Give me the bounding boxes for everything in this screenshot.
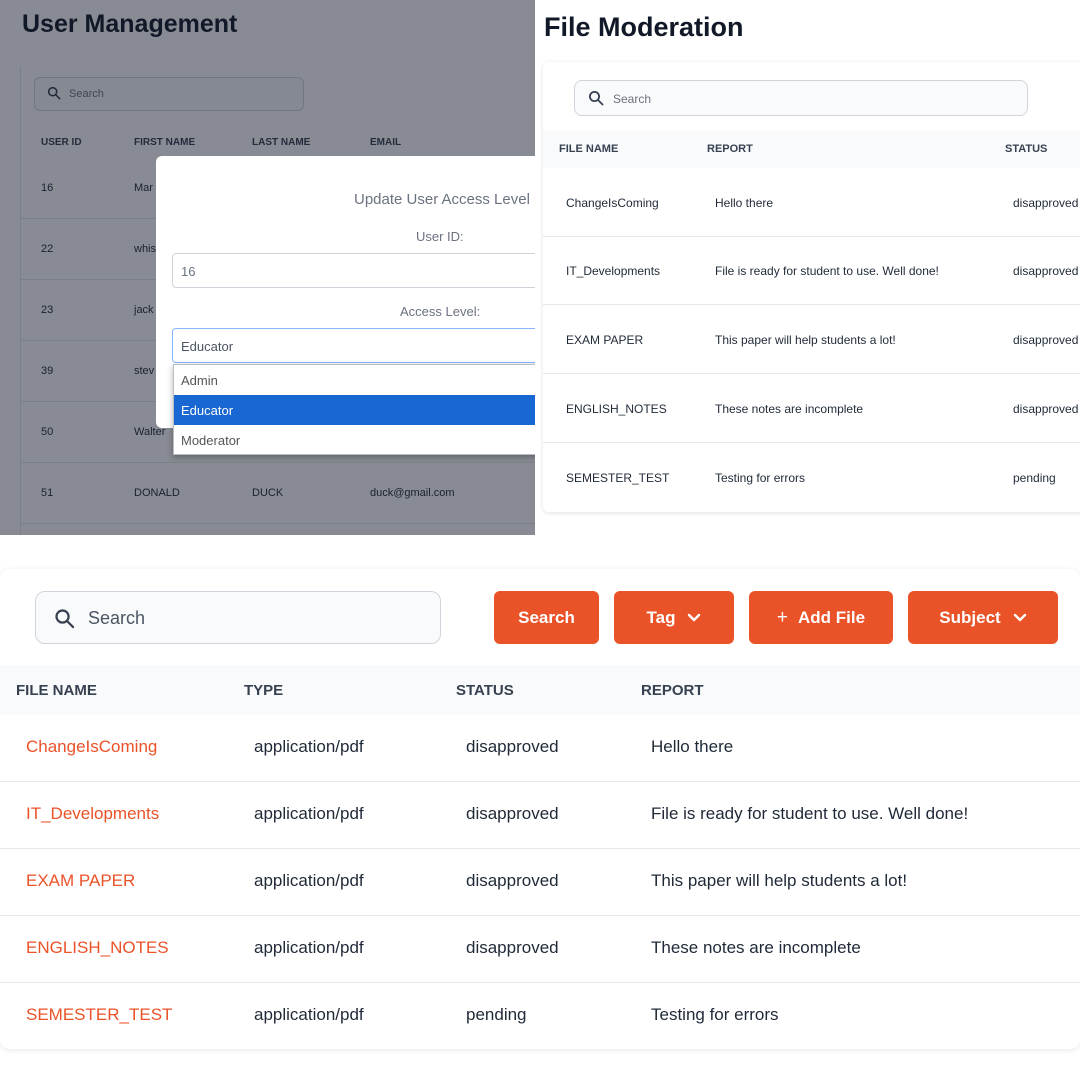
search-icon xyxy=(588,90,604,111)
chevron-down-icon xyxy=(687,608,701,628)
file-name-link[interactable]: EXAM PAPER xyxy=(26,871,135,891)
chevron-down-icon xyxy=(1013,608,1027,628)
status-cell: disapproved xyxy=(466,938,559,957)
status-cell: pending xyxy=(466,1005,527,1024)
column-header-status[interactable]: STATUS xyxy=(1005,143,1047,155)
user-id-field[interactable]: 16 xyxy=(172,253,535,288)
status-cell: disapproved xyxy=(466,871,559,890)
table-row[interactable]: EXAM PAPER application/pdf disapproved T… xyxy=(0,849,1080,916)
report-cell: These notes are incomplete xyxy=(715,402,864,416)
access-level-dropdown: Admin Educator Moderator xyxy=(173,364,535,455)
search-icon xyxy=(54,608,75,634)
type-cell: application/pdf xyxy=(254,871,364,890)
search-input[interactable]: Search xyxy=(574,80,1028,116)
add-file-button[interactable]: + Add File xyxy=(749,591,893,644)
subject-button-label: Subject xyxy=(939,607,1001,627)
file-name-link[interactable]: ENGLISH_NOTES xyxy=(26,938,169,958)
report-cell: These notes are incomplete xyxy=(651,938,861,957)
file-name-link[interactable]: SEMESTER_TEST xyxy=(26,1005,172,1025)
table-row[interactable]: SEMESTER_TEST application/pdf pending Te… xyxy=(0,983,1080,1050)
column-header-type[interactable]: TYPE xyxy=(244,682,283,699)
status-cell: disapproved xyxy=(1013,333,1079,347)
file-list-panel: Search Search Tag + Add File Subject FIL… xyxy=(0,545,1080,1080)
search-placeholder: Search xyxy=(613,92,652,106)
report-cell: Testing for errors xyxy=(651,1005,779,1024)
option-admin[interactable]: Admin xyxy=(174,365,535,395)
modal-title: Update User Access Level xyxy=(354,191,530,208)
access-level-label: Access Level: xyxy=(400,304,481,319)
table-header xyxy=(0,665,1080,715)
file-name-cell: ChangeIsComing xyxy=(566,196,659,210)
report-cell: File is ready for student to use. Well d… xyxy=(651,804,969,823)
column-header-status[interactable]: STATUS xyxy=(456,682,514,699)
add-file-label: Add File xyxy=(798,607,866,627)
table-row[interactable]: EXAM PAPER This paper will help students… xyxy=(543,306,1080,374)
option-label: Educator xyxy=(181,403,234,418)
option-moderator[interactable]: Moderator xyxy=(174,425,535,455)
user-id-label: User ID: xyxy=(416,229,464,244)
report-cell: Testing for errors xyxy=(715,471,806,485)
access-level-value: Educator xyxy=(181,339,234,354)
table-header xyxy=(543,131,1080,168)
table-row[interactable]: ChangeIsComing application/pdf disapprov… xyxy=(0,715,1080,782)
file-name-link[interactable]: ChangeIsComing xyxy=(26,737,157,757)
report-cell: This paper will help students a lot! xyxy=(651,871,908,890)
type-cell: application/pdf xyxy=(254,737,364,756)
report-cell: This paper will help students a lot! xyxy=(715,333,896,347)
option-label: Admin xyxy=(181,373,218,388)
user-id-value: 16 xyxy=(181,264,196,279)
user-management-panel: User Management Search USER ID FIRST NAM… xyxy=(0,0,535,535)
access-level-select[interactable]: Educator xyxy=(172,328,535,363)
status-cell: pending xyxy=(1013,471,1056,485)
table-row[interactable]: ENGLISH_NOTES application/pdf disapprove… xyxy=(0,916,1080,983)
option-label: Moderator xyxy=(181,433,241,448)
plus-icon: + xyxy=(776,606,789,628)
type-cell: application/pdf xyxy=(254,938,364,957)
search-placeholder: Search xyxy=(88,608,146,628)
table-row[interactable]: SEMESTER_TEST Testing for errors pending xyxy=(543,444,1080,512)
type-cell: application/pdf xyxy=(254,804,364,823)
table-row[interactable]: IT_Developments application/pdf disappro… xyxy=(0,782,1080,849)
subject-dropdown-button[interactable]: Subject xyxy=(908,591,1058,644)
column-header-report[interactable]: REPORT xyxy=(641,682,704,699)
report-cell: Hello there xyxy=(651,737,734,756)
tag-dropdown-button[interactable]: Tag xyxy=(614,591,734,644)
column-header-file-name[interactable]: FILE NAME xyxy=(559,143,618,155)
status-cell: disapproved xyxy=(1013,196,1079,210)
file-name-cell: EXAM PAPER xyxy=(566,333,644,347)
search-input[interactable]: Search xyxy=(35,591,441,644)
status-cell: disapproved xyxy=(466,737,559,756)
type-cell: application/pdf xyxy=(254,1005,364,1024)
status-cell: disapproved xyxy=(1013,402,1079,416)
column-header-file-name[interactable]: FILE NAME xyxy=(16,682,97,699)
search-button[interactable]: Search xyxy=(494,591,599,644)
file-name-cell: SEMESTER_TEST xyxy=(566,471,670,485)
column-header-report[interactable]: REPORT xyxy=(707,143,753,155)
file-name-cell: ENGLISH_NOTES xyxy=(566,402,667,416)
table-row[interactable]: IT_Developments File is ready for studen… xyxy=(543,237,1080,305)
table-row[interactable]: ChangeIsComing Hello there disapproved xyxy=(543,169,1080,237)
file-name-cell: IT_Developments xyxy=(566,264,661,278)
page-title: File Moderation xyxy=(544,12,744,42)
option-educator[interactable]: Educator xyxy=(174,395,535,425)
search-button-label: Search xyxy=(518,607,575,627)
report-cell: Hello there xyxy=(715,196,774,210)
tag-button-label: Tag xyxy=(646,607,676,627)
file-name-link[interactable]: IT_Developments xyxy=(26,804,159,824)
file-moderation-panel: File Moderation Search FILE NAME REPORT … xyxy=(535,0,1080,535)
table-row[interactable]: ENGLISH_NOTES These notes are incomplete… xyxy=(543,375,1080,443)
status-cell: disapproved xyxy=(466,804,559,823)
report-cell: File is ready for student to use. Well d… xyxy=(715,264,939,278)
status-cell: disapproved xyxy=(1013,264,1079,278)
